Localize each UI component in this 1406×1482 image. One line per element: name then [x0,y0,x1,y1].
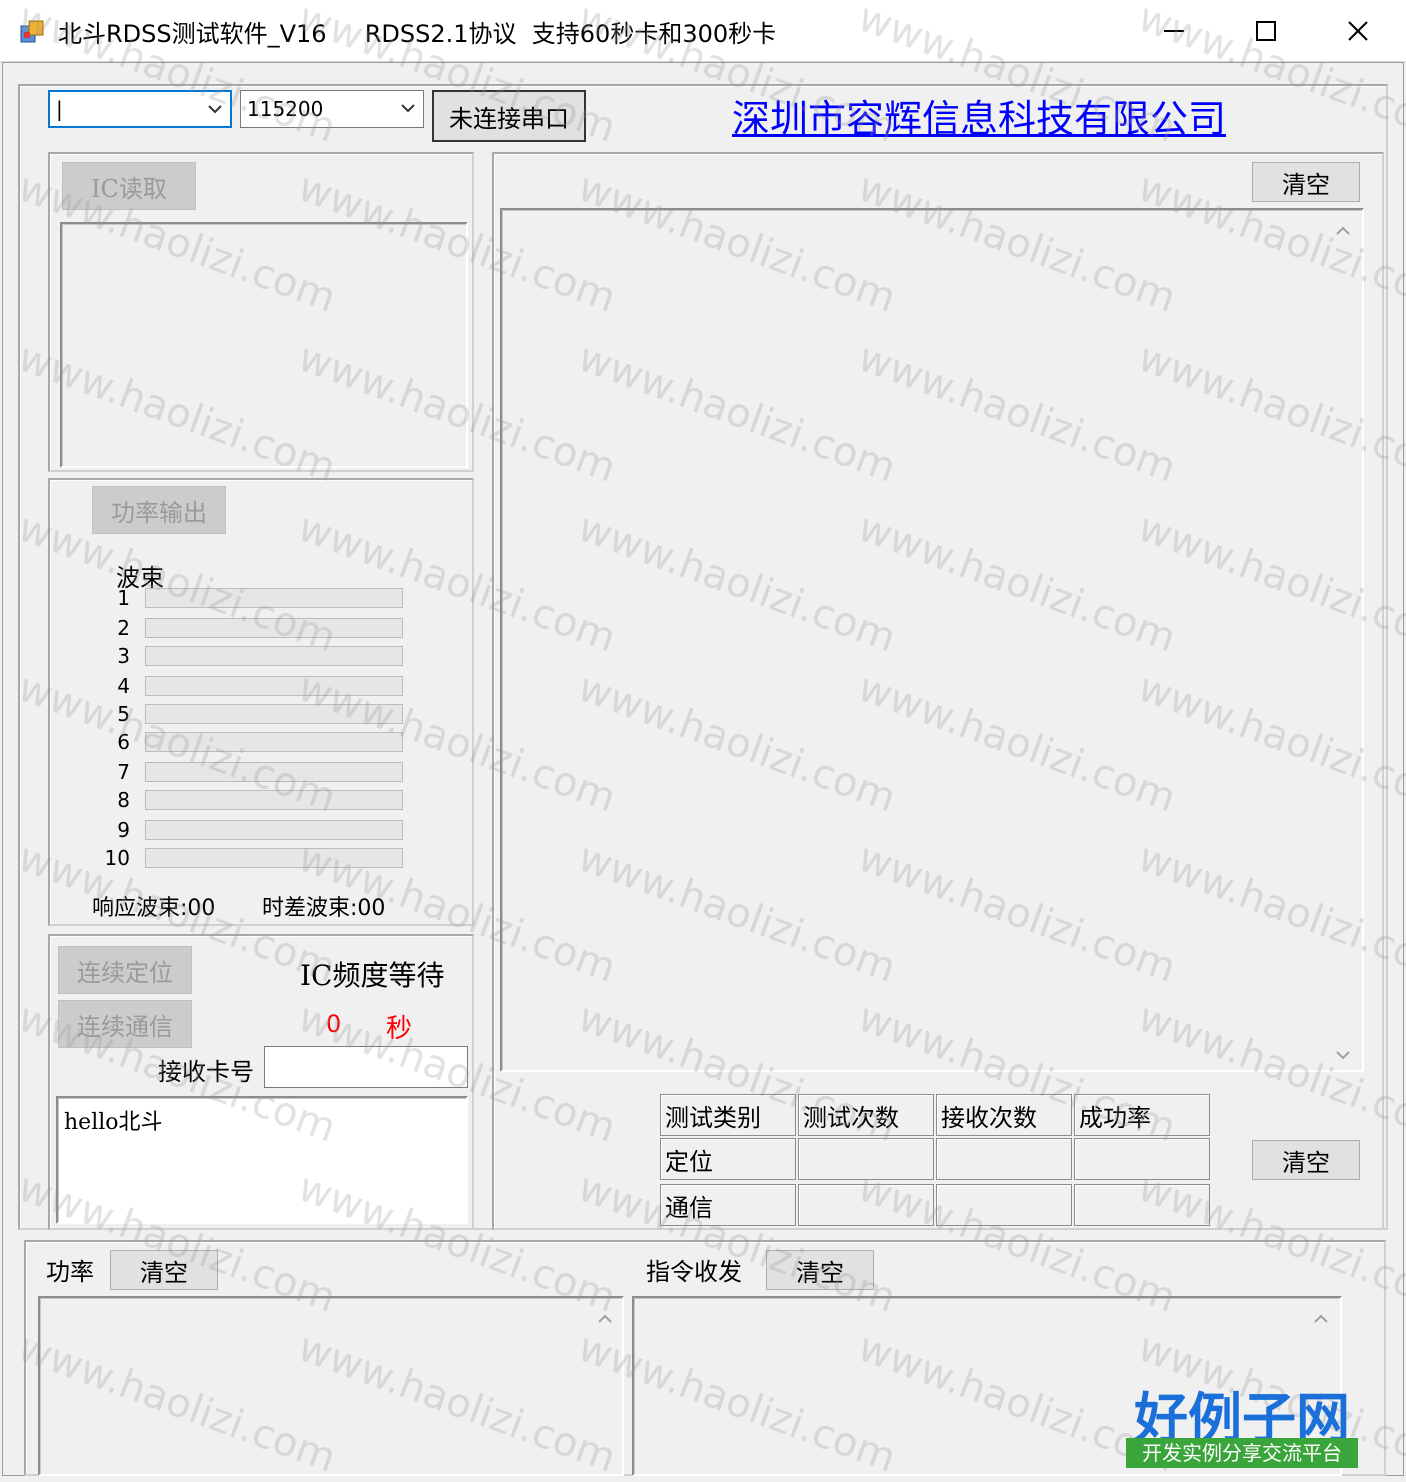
close-button[interactable] [1312,0,1404,62]
title-bar: 北斗RDSS测试软件_V16 RDSS2.1协议 支持60秒卡和300秒卡 [0,0,1406,62]
beam-power-bar [145,732,403,752]
ic-read-button[interactable]: IC读取 [62,162,196,210]
beam-power-bar [145,704,403,724]
connect-port-button[interactable]: 未连接串口 [432,90,586,142]
site-logo: 好例子网 开发实例分享交流平台 [1126,1374,1358,1470]
beam-number: 4 [117,674,130,698]
message-textarea[interactable]: hello北斗 [56,1096,468,1224]
cmd-label: 指令收发 [646,1258,742,1286]
stats-cell [1074,1184,1210,1226]
beam-number: 9 [117,818,130,842]
power-log-textarea[interactable] [38,1296,624,1476]
stats-clear-button[interactable]: 清空 [1252,1140,1360,1180]
stats-row-label: 通信 [660,1184,796,1226]
wait-seconds: 0 [326,1010,342,1038]
continuous-comm-button[interactable]: 连续通信 [58,1000,192,1048]
minimize-button[interactable] [1128,0,1220,62]
stats-cell [798,1138,934,1180]
stats-header-cell: 测试次数 [798,1094,934,1136]
power-output-button[interactable]: 功率输出 [92,486,226,534]
message-text: hello北斗 [64,1110,163,1135]
app-icon [20,20,46,44]
chevron-down-icon [401,104,415,113]
beam-power-bar [145,820,403,840]
baud-select[interactable]: 115200 [240,90,424,128]
seconds-unit: 秒 [386,1014,413,1044]
beam-number: 1 [117,586,130,610]
beam-number: 8 [117,788,130,812]
company-link[interactable]: 深圳市容辉信息科技有限公司 [732,88,1226,143]
stats-row-label: 定位 [660,1138,796,1180]
chevron-down-icon [208,105,222,114]
stats-header-cell: 成功率 [1074,1094,1210,1136]
power-clear-button[interactable]: 清空 [110,1250,218,1290]
recv-card-label: 接收卡号 [158,1058,254,1086]
stats-cell [936,1184,1072,1226]
port-select[interactable]: | [48,90,232,128]
beam-power-bar [145,762,403,782]
ic-wait-label: IC频度等待 [300,959,445,992]
scroll-up-icon[interactable] [596,1310,614,1328]
beam-power-bar [145,588,403,608]
beam-number: 6 [117,730,130,754]
beam-power-bar [145,646,403,666]
scroll-up-icon[interactable] [1334,222,1352,240]
scroll-up-icon[interactable] [1312,1310,1330,1328]
window-title: 北斗RDSS测试软件_V16 RDSS2.1协议 支持60秒卡和300秒卡 [58,20,777,48]
logo-subtitle: 开发实例分享交流平台 [1126,1438,1358,1468]
maximize-button[interactable] [1220,0,1312,62]
beam-number: 3 [117,644,130,668]
log-clear-button[interactable]: 清空 [1252,162,1360,202]
continuous-position-button[interactable]: 连续定位 [58,946,192,994]
port-value: | [56,97,63,121]
log-textarea[interactable] [500,208,1364,1072]
ic-output-textarea[interactable] [60,222,468,468]
beam-power-bar [145,676,403,696]
response-beam-label: 响应波束:00 [92,896,216,921]
beam-power-bar [145,790,403,810]
beam-number: 10 [104,846,130,870]
diff-beam-label: 时差波束:00 [262,896,386,921]
scroll-down-icon[interactable] [1334,1046,1352,1064]
beam-number: 7 [117,760,130,784]
beam-number: 5 [117,702,130,726]
recv-card-input[interactable] [264,1046,468,1088]
baud-value: 115200 [247,97,324,121]
beam-number: 2 [117,616,130,640]
stats-cell [798,1184,934,1226]
stats-header-cell: 测试类别 [660,1094,796,1136]
stats-header-cell: 接收次数 [936,1094,1072,1136]
cmd-clear-button[interactable]: 清空 [766,1250,874,1290]
beam-power-bar [145,848,403,868]
beam-power-bar [145,618,403,638]
stats-cell [1074,1138,1210,1180]
power-label: 功率 [46,1258,94,1286]
stats-cell [936,1138,1072,1180]
